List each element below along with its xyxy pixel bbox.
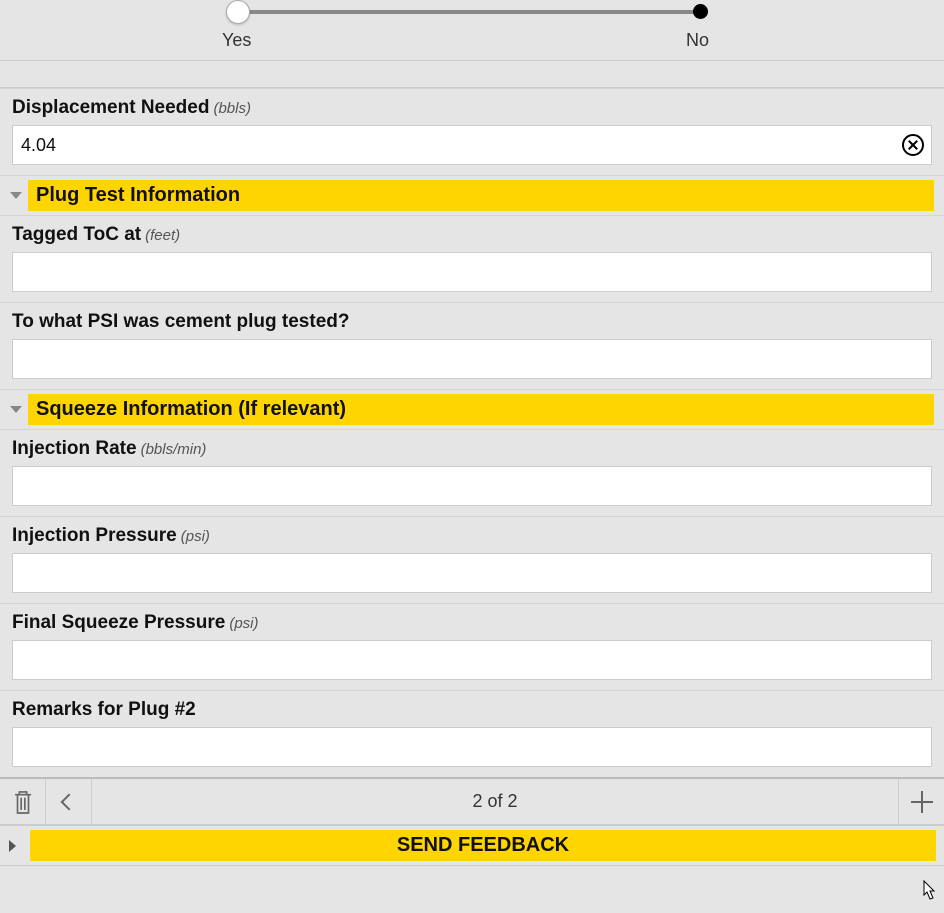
tagged-toc-label: Tagged ToC at xyxy=(12,224,141,246)
bottom-strip xyxy=(0,865,944,883)
add-button[interactable] xyxy=(898,779,944,824)
chevron-down-icon xyxy=(10,406,22,413)
injection-pressure-unit: (psi) xyxy=(181,528,210,545)
slider-thumb-yes[interactable] xyxy=(226,0,250,24)
psi-tested-input[interactable] xyxy=(12,339,932,379)
yes-no-slider-area: Yes No xyxy=(0,0,944,60)
injection-rate-label: Injection Rate xyxy=(12,438,137,460)
final-squeeze-input[interactable] xyxy=(12,640,932,680)
field-psi-tested: To what PSI was cement plug tested? xyxy=(0,302,944,389)
clear-icon[interactable] xyxy=(902,134,924,156)
displacement-unit: (bbls) xyxy=(213,100,251,117)
field-injection-rate: Injection Rate (bbls/min) xyxy=(0,429,944,516)
pager-bar: 2 of 2 xyxy=(0,777,944,825)
section-squeeze[interactable]: Squeeze Information (If relevant) xyxy=(0,389,944,429)
tagged-toc-input[interactable] xyxy=(12,252,932,292)
trash-icon xyxy=(12,789,34,815)
send-feedback-button[interactable]: SEND FEEDBACK xyxy=(30,830,936,861)
section-plug-test-title: Plug Test Information xyxy=(28,180,934,211)
injection-pressure-input[interactable] xyxy=(12,553,932,593)
remarks-label: Remarks for Plug #2 xyxy=(12,699,196,721)
final-squeeze-unit: (psi) xyxy=(229,615,258,632)
slider-thumb-no[interactable] xyxy=(693,4,708,19)
tagged-toc-unit: (feet) xyxy=(145,227,180,244)
delete-button[interactable] xyxy=(0,779,46,824)
chevron-down-icon xyxy=(10,192,22,199)
injection-rate-input[interactable] xyxy=(12,466,932,506)
field-displacement: Displacement Needed (bbls) xyxy=(0,88,944,175)
field-tagged-toc: Tagged ToC at (feet) xyxy=(0,215,944,302)
yes-no-slider[interactable]: Yes No xyxy=(0,0,944,60)
prev-button[interactable] xyxy=(46,779,92,824)
slider-track xyxy=(238,10,700,14)
chevron-right-icon xyxy=(9,840,16,852)
remarks-input[interactable] xyxy=(12,727,932,767)
field-final-squeeze: Final Squeeze Pressure (psi) xyxy=(0,603,944,690)
final-squeeze-label: Final Squeeze Pressure xyxy=(12,612,225,634)
injection-rate-unit: (bbls/min) xyxy=(141,441,207,458)
chevron-left-icon xyxy=(60,793,77,810)
psi-tested-label: To what PSI was cement plug tested? xyxy=(12,311,349,333)
feedback-bar: SEND FEEDBACK xyxy=(0,825,944,865)
displacement-label: Displacement Needed xyxy=(12,97,209,119)
field-injection-pressure: Injection Pressure (psi) xyxy=(0,516,944,603)
injection-pressure-label: Injection Pressure xyxy=(12,525,177,547)
section-plug-test[interactable]: Plug Test Information xyxy=(0,175,944,215)
feedback-expand[interactable] xyxy=(0,830,24,861)
slider-label-yes: Yes xyxy=(222,30,251,51)
spacer xyxy=(0,60,944,88)
section-squeeze-title: Squeeze Information (If relevant) xyxy=(28,394,934,425)
displacement-input[interactable] xyxy=(12,125,932,165)
slider-label-no: No xyxy=(686,30,709,51)
field-remarks: Remarks for Plug #2 xyxy=(0,690,944,777)
pager-text: 2 of 2 xyxy=(92,791,898,812)
plus-icon xyxy=(911,791,933,813)
